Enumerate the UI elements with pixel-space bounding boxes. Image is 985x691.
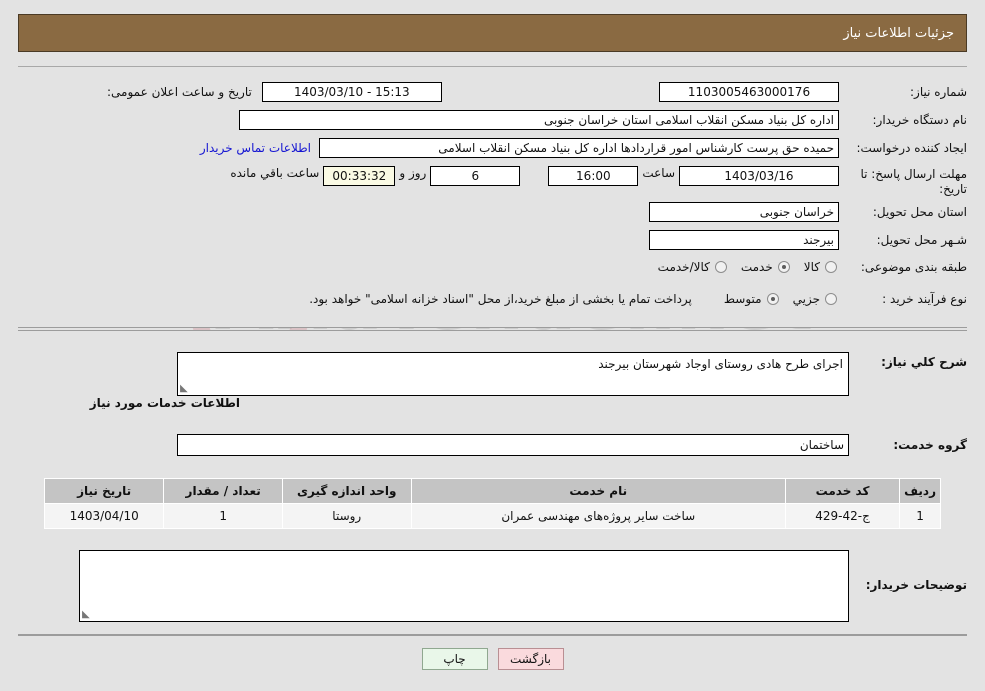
header-bar: جزئیات اطلاعات نیاز	[18, 14, 967, 52]
row-announce-datetime: 1403/03/10 - 15:13 تاریخ و ساعت اعلان عم…	[107, 82, 442, 102]
radio-category-khedmat-circle[interactable]	[777, 261, 790, 273]
radio-purchase-jozei[interactable]: جزیي	[793, 292, 837, 306]
delivery-province-value: خراسان جنوبی	[649, 202, 839, 222]
page-title: جزئیات اطلاعات نیاز	[843, 26, 954, 41]
table-header-row: ردیف کد خدمت نام خدمت واحد اندازه گیری ت…	[43, 478, 941, 504]
footer-button-bar: بازگشت چاپ	[0, 648, 985, 670]
row-delivery-province: استان محل تحویل: خراسان جنوبی	[649, 202, 967, 222]
delivery-city-label: شـهر محل تحویل:	[876, 233, 967, 247]
td-row: 1	[899, 503, 941, 529]
deadline-time-label: ساعت	[642, 166, 675, 180]
deadline-days-label: روز و	[399, 166, 427, 180]
row-request-creator: ایجاد کننده درخواست: حمیده حق پرست کارشن…	[200, 138, 967, 158]
general-description-label: شرح کلي نیاز:	[881, 355, 967, 369]
radio-purchase-motavaset-circle[interactable]	[766, 293, 779, 305]
radio-category-kala[interactable]: کالا	[804, 260, 837, 274]
deadline-remaining-label: ساعت باقي مانده	[230, 166, 320, 180]
row-purchase-type: نوع فرآیند خرید : جزیي متوسط پرداخت تمام…	[305, 292, 967, 306]
purchase-type-label: نوع فرآیند خرید :	[882, 292, 967, 306]
footer-divider	[18, 635, 967, 636]
radio-category-kala-label: کالا	[803, 260, 820, 274]
buyer-contact-link[interactable]: اطلاعات تماس خریدار	[200, 141, 311, 155]
th-code: کد خدمت	[784, 478, 901, 504]
subject-category-label: طبقه بندی موضوعی:	[860, 260, 967, 274]
deadline-days-value: 6	[430, 166, 521, 186]
service-group-value: ساختمان	[177, 434, 849, 456]
need-number-value: 1103005463000176	[659, 82, 839, 102]
announce-datetime-label: تاریخ و ساعت اعلان عمومی:	[107, 85, 252, 99]
td-quantity: 1	[163, 503, 283, 529]
buyer-org-value: اداره کل بنیاد مسکن انقلاب اسلامی استان …	[239, 110, 839, 130]
need-summary-panel	[18, 66, 967, 328]
table-row: 1 ج-42-429 ساخت سایر پروژه‌های مهندسی عم…	[43, 503, 941, 529]
deadline-time-value: 16:00	[548, 166, 639, 186]
purchase-type-note: پرداخت تمام یا بخشی از مبلغ خرید،از محل …	[309, 292, 692, 306]
th-need-date: تاریخ نیاز	[43, 478, 165, 504]
buyer-org-label: نام دستگاه خریدار:	[872, 113, 968, 127]
general-description-textarea[interactable]: اجرای طرح هادی روستای اوجاد شهرستان بیرج…	[177, 352, 849, 396]
row-delivery-city: شـهر محل تحویل: بیرجند	[649, 230, 967, 250]
row-general-description: شرح کلي نیاز: اجرای طرح هادی روستای اوجا…	[177, 352, 967, 396]
radio-purchase-jozei-label: جزیي	[792, 292, 820, 306]
th-unit: واحد اندازه گیری	[282, 478, 412, 504]
purchase-type-radio-group: جزیي متوسط	[710, 292, 837, 306]
radio-category-kala-khedmat-circle[interactable]	[714, 261, 727, 273]
delivery-province-label: استان محل تحویل:	[872, 205, 967, 219]
page-root: AriaTender.net جزئیات اطلاعات نیاز شماره…	[0, 0, 985, 691]
back-button[interactable]: بازگشت	[497, 648, 564, 670]
row-subject-category: طبقه بندی موضوعی: کالا خدمت کالا/خدمت	[644, 260, 967, 274]
row-buyer-org: نام دستگاه خریدار: اداره کل بنیاد مسکن ا…	[239, 110, 967, 130]
radio-purchase-motavaset[interactable]: متوسط	[724, 292, 779, 306]
services-info-title: اطلاعات خدمات مورد نیاز	[89, 396, 240, 410]
td-name: ساخت سایر پروژه‌های مهندسی عمران	[410, 503, 787, 529]
td-code: ج-42-429	[784, 503, 901, 529]
th-name: نام خدمت	[410, 478, 787, 504]
th-quantity: تعداد / مقدار	[163, 478, 283, 504]
row-service-group: گروه خدمت: ساختمان	[177, 434, 967, 456]
radio-category-kala-khedmat-label: کالا/خدمت	[657, 260, 710, 274]
row-need-number: شماره نیاز: 1103005463000176	[659, 82, 967, 102]
announce-datetime-value: 1403/03/10 - 15:13	[261, 82, 442, 102]
buyer-notes-label: توضیحات خریدار:	[865, 578, 967, 592]
radio-purchase-jozei-circle[interactable]	[825, 293, 837, 305]
td-unit: روستا	[282, 503, 412, 529]
deadline-countdown-timer: 00:33:32	[323, 166, 396, 186]
resize-grip-icon-notes[interactable]: ◢	[82, 609, 92, 620]
radio-category-khedmat[interactable]: خدمت	[741, 260, 790, 274]
print-button[interactable]: چاپ	[421, 648, 488, 670]
th-row: ردیف	[899, 478, 941, 504]
row-deadline: مهلت ارسال پاسخ: تا تاریخ: 1403/03/16 سا…	[226, 166, 967, 197]
radio-category-kala-circle[interactable]	[825, 261, 837, 273]
deadline-label: مهلت ارسال پاسخ: تا تاریخ:	[860, 167, 967, 196]
deadline-date-value: 1403/03/16	[679, 166, 839, 186]
resize-grip-icon[interactable]: ◢	[180, 383, 190, 394]
delivery-city-value: بیرجند	[649, 230, 839, 250]
request-creator-label: ایجاد کننده درخواست:	[856, 141, 967, 155]
td-need-date: 1403/04/10	[43, 503, 165, 529]
buyer-notes-textarea[interactable]: ◢	[79, 550, 849, 622]
services-table: ردیف کد خدمت نام خدمت واحد اندازه گیری ت…	[43, 478, 941, 529]
radio-category-khedmat-label: خدمت	[740, 260, 773, 274]
general-description-value: اجرای طرح هادی روستای اوجاد شهرستان بیرج…	[598, 357, 843, 371]
request-creator-value: حمیده حق پرست کارشناس امور قراردادها ادا…	[319, 138, 839, 158]
need-number-label: شماره نیاز:	[910, 85, 967, 99]
row-buyer-notes: توضیحات خریدار: ◢	[79, 550, 967, 622]
service-group-label: گروه خدمت:	[893, 438, 967, 452]
radio-category-kala-khedmat[interactable]: کالا/خدمت	[658, 260, 727, 274]
subject-category-radio-group: کالا خدمت کالا/خدمت	[644, 260, 837, 274]
radio-purchase-motavaset-label: متوسط	[723, 292, 762, 306]
